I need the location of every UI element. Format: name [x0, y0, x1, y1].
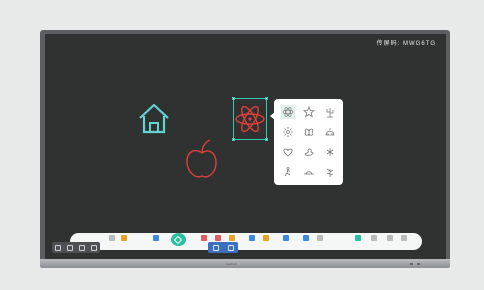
shapes-icon: [229, 235, 235, 241]
pages-icon: [371, 235, 377, 241]
plant-icon: [326, 168, 333, 177]
horizon-icon: [303, 171, 314, 175]
save-icon: [355, 235, 361, 241]
shape-option-dome[interactable]: [319, 122, 340, 142]
room-code-prefix-icon: 传屏码:: [376, 41, 403, 47]
page-count-icon: [387, 235, 393, 241]
shape-option-butterfly[interactable]: [298, 122, 319, 142]
undo-icon: [109, 235, 115, 241]
room-code-label: 传屏码: MWG6TG: [377, 38, 436, 47]
bird-icon: [326, 148, 333, 156]
pen-icon: [173, 235, 183, 244]
butterfly-icon: [304, 128, 313, 136]
image-icon: [263, 235, 269, 241]
redo-icon: [317, 235, 323, 241]
shape-option-flower[interactable]: [277, 122, 298, 142]
hand-icon: [283, 235, 289, 241]
eraser-icon: [201, 235, 207, 241]
toolbar-button-folder[interactable]: [116, 235, 132, 248]
toolbar-button-pages[interactable]: [366, 235, 382, 248]
indicator-light: [417, 263, 420, 265]
menu-icon[interactable]: [55, 244, 61, 251]
text-icon: [249, 235, 255, 241]
indicator-light: [410, 263, 413, 265]
shape-option-cactus[interactable]: [319, 102, 340, 122]
toolbar-button-pen[interactable]: [170, 233, 186, 246]
toolbar-button-select[interactable]: [148, 235, 164, 248]
dome-icon: [325, 128, 334, 136]
atom-icon: [280, 105, 295, 119]
shape-option-star[interactable]: [298, 102, 319, 122]
pen-dock: [208, 242, 238, 253]
shape-option-bird[interactable]: [319, 142, 340, 162]
heart-icon: [282, 148, 293, 157]
shape-option-plant[interactable]: [319, 162, 340, 182]
cactus-icon: [326, 108, 333, 118]
share-icon[interactable]: [79, 244, 85, 251]
undo-icon: [303, 235, 309, 241]
toolbar-button-redo[interactable]: [312, 235, 328, 248]
shape-option-atom[interactable]: [277, 102, 298, 122]
room-code: MWG6TG: [403, 41, 436, 47]
shape-library-panel: [274, 99, 343, 185]
display-bottom-bezel: [40, 259, 450, 268]
brand-logo: maxhub: [225, 262, 237, 266]
toolbar-button-hand[interactable]: [278, 235, 294, 248]
flower-icon: [282, 127, 293, 137]
toolbar-button-save[interactable]: [350, 235, 366, 248]
window-icon[interactable]: [67, 244, 73, 251]
apple-sketch[interactable]: [182, 137, 222, 183]
exit-icon[interactable]: [91, 244, 97, 251]
shape-option-horizon[interactable]: [298, 162, 319, 182]
shape-option-duck[interactable]: [298, 142, 319, 162]
left-dock: [52, 242, 100, 253]
toolbar-button-export[interactable]: [396, 235, 412, 248]
runner-icon: [284, 167, 290, 177]
whiteboard-canvas[interactable]: 传屏码: MWG6TG: [45, 34, 446, 259]
shape-option-runner[interactable]: [277, 162, 298, 182]
bottom-toolbar: [70, 233, 422, 250]
marker-icon: [215, 235, 221, 241]
select-icon: [153, 235, 159, 241]
export-icon: [401, 235, 407, 241]
brush-icon[interactable]: [227, 244, 234, 251]
star-icon: [302, 106, 315, 118]
atom-shape[interactable]: [234, 99, 266, 139]
house-icon[interactable]: [137, 101, 171, 135]
duck-icon: [304, 148, 313, 156]
toolbar-button-image[interactable]: [258, 235, 274, 248]
pen-icon[interactable]: [212, 244, 219, 251]
shape-option-heart[interactable]: [277, 142, 298, 162]
folder-icon: [121, 235, 127, 241]
